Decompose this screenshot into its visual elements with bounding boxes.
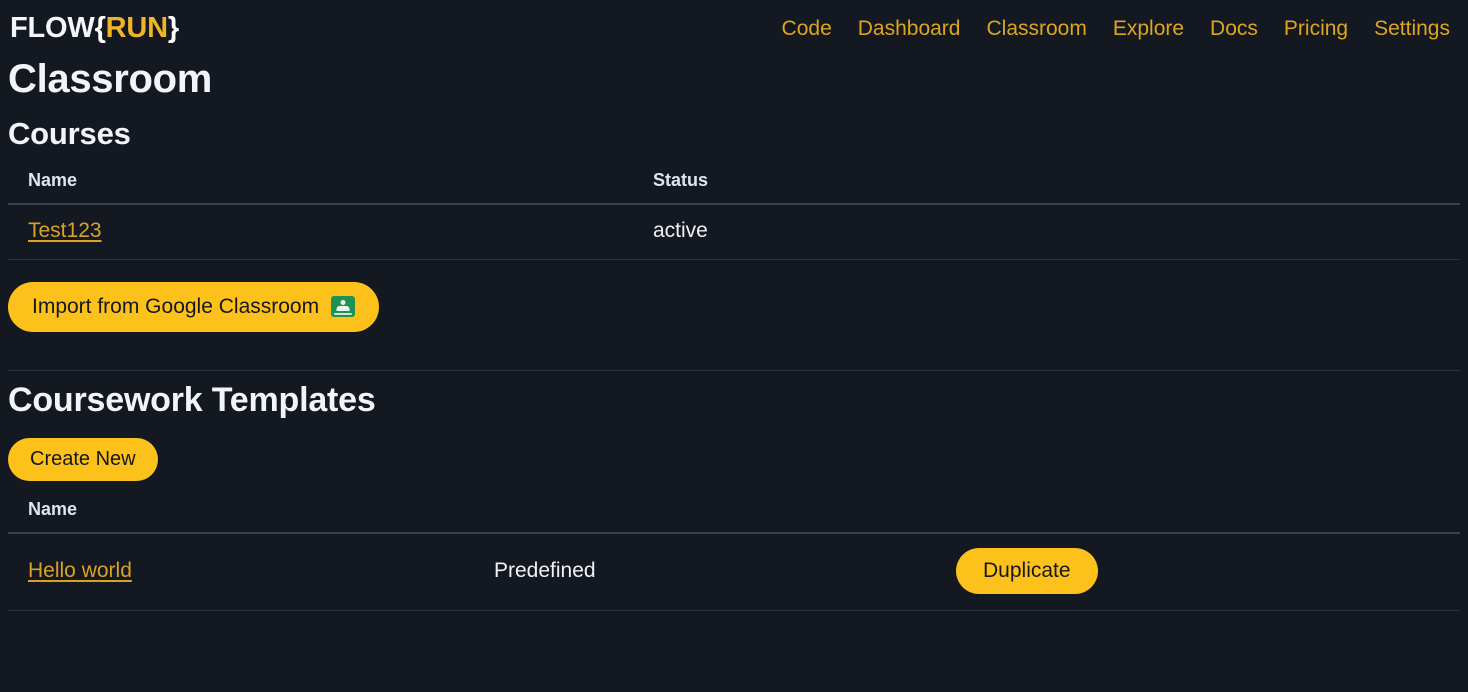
section-divider xyxy=(8,369,1460,371)
courses-column-header-status: Status xyxy=(633,165,1460,205)
templates-table-header-row: Name xyxy=(8,494,1460,534)
templates-cell-action: Duplicate xyxy=(936,532,1460,611)
page-title: Classroom xyxy=(8,57,213,101)
nav-item-settings[interactable]: Settings xyxy=(1374,18,1450,39)
courses-column-header-name: Name xyxy=(8,165,633,205)
create-new-button-label: Create New xyxy=(30,447,136,470)
courses-cell-status: active xyxy=(633,203,1460,260)
courses-table: Name Status Test123 active xyxy=(8,165,1460,260)
course-link-test123[interactable]: Test123 xyxy=(28,219,102,242)
logo-brace-open: { xyxy=(94,11,106,44)
nav-item-pricing[interactable]: Pricing xyxy=(1284,18,1348,39)
template-link-hello-world[interactable]: Hello world xyxy=(28,559,132,582)
templates-column-header-action xyxy=(936,494,1460,534)
create-new-button[interactable]: Create New xyxy=(8,437,158,481)
top-navigation-bar: FLOW{RUN} Code Dashboard Classroom Explo… xyxy=(0,0,1468,48)
google-classroom-icon xyxy=(331,296,356,318)
templates-column-header-name: Name xyxy=(8,494,474,534)
table-row: Test123 active xyxy=(8,203,1460,260)
nav-item-classroom[interactable]: Classroom xyxy=(986,18,1086,39)
main-nav: Code Dashboard Classroom Explore Docs Pr… xyxy=(782,18,1458,39)
coursework-templates-heading: Coursework Templates xyxy=(8,380,376,419)
flowrun-logo[interactable]: FLOW{RUN} xyxy=(10,11,179,44)
logo-flow-text: FLOW xyxy=(10,11,95,44)
courses-heading: Courses xyxy=(8,116,131,151)
classroom-page: FLOW{RUN} Code Dashboard Classroom Explo… xyxy=(0,0,1468,692)
templates-cell-name: Hello world xyxy=(8,532,474,611)
nav-item-dashboard[interactable]: Dashboard xyxy=(858,18,961,39)
table-row: Hello world Predefined Duplicate xyxy=(8,532,1460,611)
duplicate-button-label: Duplicate xyxy=(983,558,1071,582)
duplicate-button[interactable]: Duplicate xyxy=(956,547,1098,594)
templates-column-header-kind xyxy=(474,494,936,534)
nav-item-docs[interactable]: Docs xyxy=(1210,18,1258,39)
logo-run-text: RUN xyxy=(105,11,168,44)
courses-cell-name: Test123 xyxy=(8,203,633,260)
nav-item-code[interactable]: Code xyxy=(782,18,832,39)
coursework-templates-table: Name Hello world Predefined Duplicate xyxy=(8,494,1460,611)
import-from-google-classroom-button[interactable]: Import from Google Classroom xyxy=(8,281,380,332)
nav-item-explore[interactable]: Explore xyxy=(1113,18,1184,39)
templates-cell-kind: Predefined xyxy=(474,532,936,611)
import-button-label: Import from Google Classroom xyxy=(32,294,320,318)
courses-table-header-row: Name Status xyxy=(8,165,1460,205)
logo-brace-close: } xyxy=(167,11,179,44)
